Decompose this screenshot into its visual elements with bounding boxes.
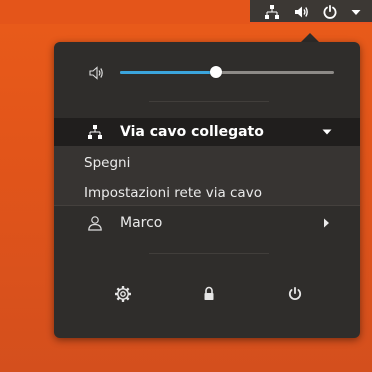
wired-connection-item[interactable]: Via cavo collegato bbox=[54, 118, 360, 146]
chevron-right-icon[interactable] bbox=[323, 218, 330, 228]
network-wired-icon[interactable] bbox=[264, 4, 280, 20]
volume-slider-fill bbox=[120, 71, 217, 74]
user-icon bbox=[88, 216, 102, 231]
panel-active-underline bbox=[250, 22, 372, 24]
volume-slider[interactable] bbox=[120, 66, 334, 78]
separator bbox=[54, 205, 360, 206]
speaker-volume-icon[interactable] bbox=[293, 4, 309, 20]
settings-icon bbox=[115, 286, 131, 302]
system-indicators[interactable] bbox=[250, 0, 372, 24]
lock-button[interactable] bbox=[197, 282, 221, 306]
power-icon bbox=[288, 287, 302, 301]
network-wired-icon bbox=[88, 125, 102, 139]
settings-button[interactable] bbox=[111, 282, 135, 306]
turn-off-wired-item[interactable]: Spegni bbox=[84, 155, 130, 171]
power-off-button[interactable] bbox=[283, 282, 307, 306]
user-name-label: Marco bbox=[120, 215, 163, 231]
wired-submenu: Spegni Impostazioni rete via cavo bbox=[54, 146, 360, 206]
system-menu: Via cavo collegato Spegni Impostazioni r… bbox=[54, 42, 360, 338]
separator bbox=[149, 101, 269, 102]
menu-pointer bbox=[301, 33, 319, 42]
volume-slider-handle[interactable] bbox=[210, 66, 223, 78]
top-bar bbox=[0, 0, 372, 24]
volume-row bbox=[54, 42, 360, 94]
lock-icon bbox=[204, 286, 214, 300]
wired-settings-item[interactable]: Impostazioni rete via cavo bbox=[84, 185, 262, 201]
wired-connection-label: Via cavo collegato bbox=[120, 124, 264, 140]
speaker-volume-icon bbox=[89, 66, 103, 80]
power-icon[interactable] bbox=[322, 4, 338, 20]
chevron-down-icon[interactable] bbox=[322, 128, 332, 136]
dropdown-arrow-icon[interactable] bbox=[348, 4, 364, 20]
separator bbox=[149, 253, 269, 254]
user-menu-item[interactable]: Marco bbox=[54, 208, 360, 238]
